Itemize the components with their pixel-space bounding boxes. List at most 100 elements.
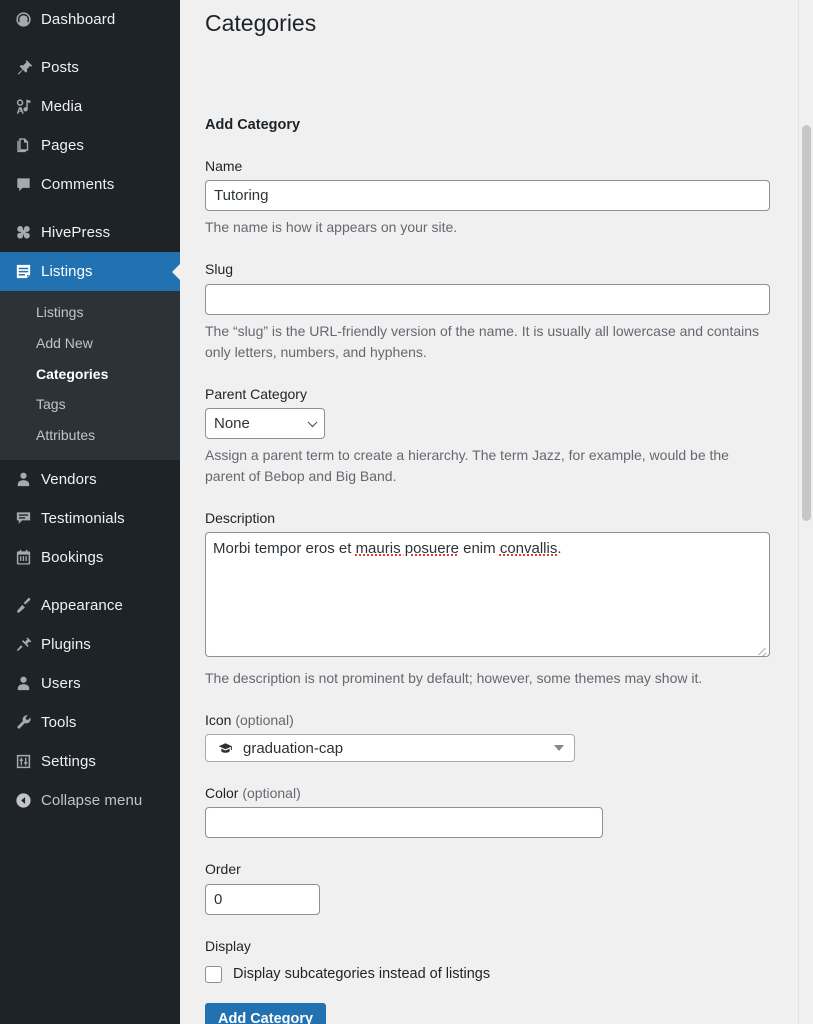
sidebar-item-tags[interactable]: Tags	[0, 389, 180, 420]
dashboard-gauge-icon	[8, 10, 38, 29]
add-category-button[interactable]: Add Category	[205, 1003, 326, 1024]
main-content: Categories Add Category Name The name is…	[180, 0, 813, 1024]
sidebar-item-label: Comments	[38, 177, 114, 192]
listings-submenu: Listings Add New Categories Tags Attribu…	[0, 291, 180, 460]
sidebar-item-add-new[interactable]: Add New	[0, 328, 180, 359]
order-label: Order	[205, 838, 791, 883]
icon-label-text: Icon	[205, 712, 231, 728]
icon-select-value: graduation-cap	[243, 740, 343, 757]
sidebar-item-label: Plugins	[38, 637, 91, 652]
sidebar-separator	[0, 39, 180, 48]
comment-bubble-icon	[8, 175, 38, 194]
field-icon: Icon (optional) graduation-cap	[205, 689, 791, 762]
sidebar-item-label: Dashboard	[38, 12, 115, 27]
plug-icon	[8, 635, 38, 654]
description-label: Description	[205, 487, 791, 532]
sidebar-item-label: Settings	[38, 754, 96, 769]
parent-category-select[interactable]: None	[205, 408, 325, 439]
pages-icon	[8, 136, 38, 155]
testimonial-icon	[8, 509, 38, 528]
sidebar-item-comments[interactable]: Comments	[0, 165, 180, 204]
admin-sidebar: Dashboard Posts Media Pages Commen	[0, 0, 180, 1024]
parent-category-select-wrap: None	[205, 408, 325, 439]
add-category-heading: Add Category	[205, 43, 791, 135]
sidebar-item-settings[interactable]: Settings	[0, 742, 180, 781]
sidebar-item-label: Bookings	[38, 550, 104, 565]
field-parent-category: Parent Category None Assign a parent ter…	[205, 363, 791, 487]
sidebar-item-tools[interactable]: Tools	[0, 703, 180, 742]
pin-icon	[8, 58, 38, 77]
field-description: Description Morbi tempor eros et mauris …	[205, 487, 791, 689]
sidebar-item-label: Media	[38, 99, 82, 114]
sidebar-item-users[interactable]: Users	[0, 664, 180, 703]
parent-category-label: Parent Category	[205, 363, 791, 408]
sidebar-item-dashboard[interactable]: Dashboard	[0, 0, 180, 39]
settings-sliders-icon	[8, 752, 38, 771]
sidebar-item-label: Users	[38, 676, 81, 691]
color-label-optional: (optional)	[242, 785, 300, 801]
collapse-arrow-icon	[8, 791, 38, 810]
field-order: Order	[205, 838, 791, 914]
name-label: Name	[205, 135, 791, 180]
icon-label-optional: (optional)	[235, 712, 293, 728]
color-label-text: Color	[205, 785, 238, 801]
active-menu-arrow-icon	[172, 263, 180, 281]
display-checkbox-row: Display subcategories instead of listing…	[205, 960, 791, 983]
sidebar-item-label: Pages	[38, 138, 84, 153]
sidebar-item-label: Appearance	[38, 598, 123, 613]
field-color: Color (optional)	[205, 762, 791, 838]
hivepress-flower-icon	[8, 223, 38, 242]
sidebar-separator	[0, 577, 180, 586]
slug-input[interactable]	[205, 284, 770, 315]
sidebar-item-label: Listings	[38, 264, 93, 279]
parent-category-description: Assign a parent term to create a hierarc…	[205, 439, 763, 487]
field-name: Name The name is how it appears on your …	[205, 135, 791, 238]
sidebar-item-attributes[interactable]: Attributes	[0, 420, 180, 451]
sidebar-item-vendors[interactable]: Vendors	[0, 460, 180, 499]
sidebar-item-hivepress[interactable]: HivePress	[0, 213, 180, 252]
description-textarea-wrap: Morbi tempor eros et mauris posuere enim…	[205, 532, 770, 657]
sidebar-item-bookings[interactable]: Bookings	[0, 538, 180, 577]
display-subcategories-checkbox[interactable]	[205, 966, 222, 983]
sidebar-item-pages[interactable]: Pages	[0, 126, 180, 165]
scrollbar-track[interactable]	[798, 0, 813, 1024]
field-slug: Slug The “slug” is the URL-friendly vers…	[205, 238, 791, 362]
icon-label: Icon (optional)	[205, 689, 791, 734]
sidebar-separator	[0, 204, 180, 213]
paintbrush-icon	[8, 596, 38, 615]
sidebar-item-testimonials[interactable]: Testimonials	[0, 499, 180, 538]
wrench-icon	[8, 713, 38, 732]
sidebar-item-plugins[interactable]: Plugins	[0, 625, 180, 664]
users-icon	[8, 674, 38, 693]
slug-description: The “slug” is the URL-friendly version o…	[205, 315, 763, 363]
color-label: Color (optional)	[205, 762, 791, 807]
icon-select[interactable]: graduation-cap	[205, 734, 575, 762]
order-input[interactable]	[205, 884, 320, 915]
sidebar-item-listings-all[interactable]: Listings	[0, 297, 180, 328]
sidebar-item-categories[interactable]: Categories	[0, 359, 180, 390]
scrollbar-thumb[interactable]	[802, 125, 811, 521]
sidebar-item-listings[interactable]: Listings	[0, 252, 180, 291]
color-input[interactable]	[205, 807, 603, 838]
chevron-down-icon	[554, 745, 564, 751]
name-description: The name is how it appears on your site.	[205, 211, 763, 238]
media-icon	[8, 97, 38, 116]
listings-icon	[8, 262, 38, 281]
page-title: Categories	[205, 0, 791, 43]
sidebar-item-media[interactable]: Media	[0, 87, 180, 126]
sidebar-item-label: Collapse menu	[38, 793, 142, 808]
user-icon	[8, 470, 38, 489]
name-input[interactable]	[205, 180, 770, 211]
sidebar-item-label: Tools	[38, 715, 77, 730]
admin-page: Dashboard Posts Media Pages Commen	[0, 0, 813, 1024]
display-subcategories-label[interactable]: Display subcategories instead of listing…	[222, 966, 490, 983]
calendar-icon	[8, 548, 38, 567]
field-display: Display Display subcategories instead of…	[205, 915, 791, 984]
sidebar-item-appearance[interactable]: Appearance	[0, 586, 180, 625]
sidebar-item-label: Vendors	[38, 472, 97, 487]
description-help: The description is not prominent by defa…	[205, 662, 763, 689]
description-textarea[interactable]	[205, 532, 770, 657]
display-label: Display	[205, 915, 791, 960]
sidebar-item-posts[interactable]: Posts	[0, 48, 180, 87]
sidebar-item-collapse-menu[interactable]: Collapse menu	[0, 781, 180, 820]
